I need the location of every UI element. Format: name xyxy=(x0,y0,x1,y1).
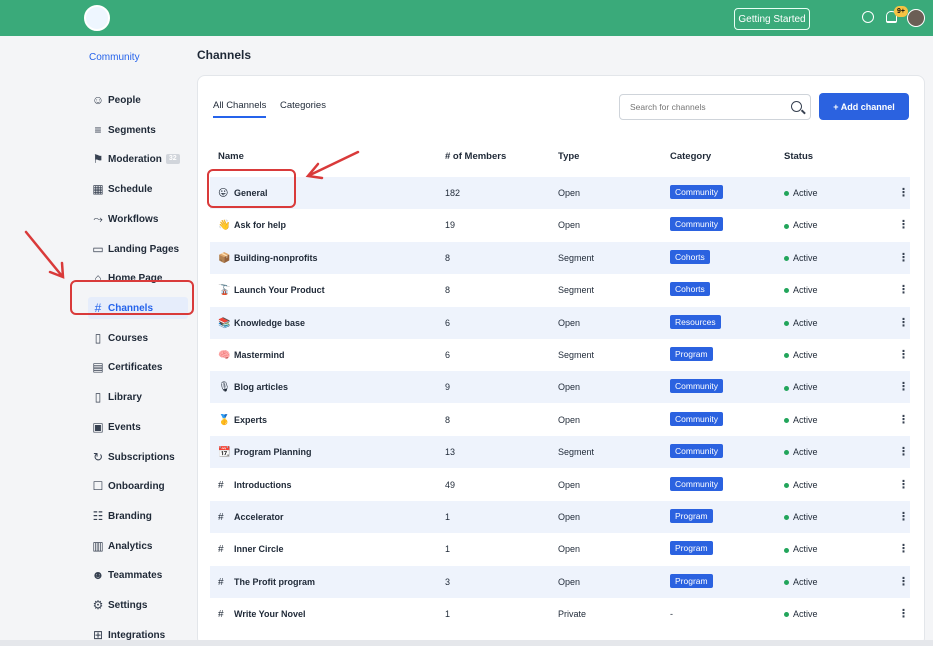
annotation-arrows xyxy=(24,150,360,279)
bottom-scrollbar[interactable] xyxy=(0,640,933,646)
arrow-to-channels xyxy=(24,230,64,278)
